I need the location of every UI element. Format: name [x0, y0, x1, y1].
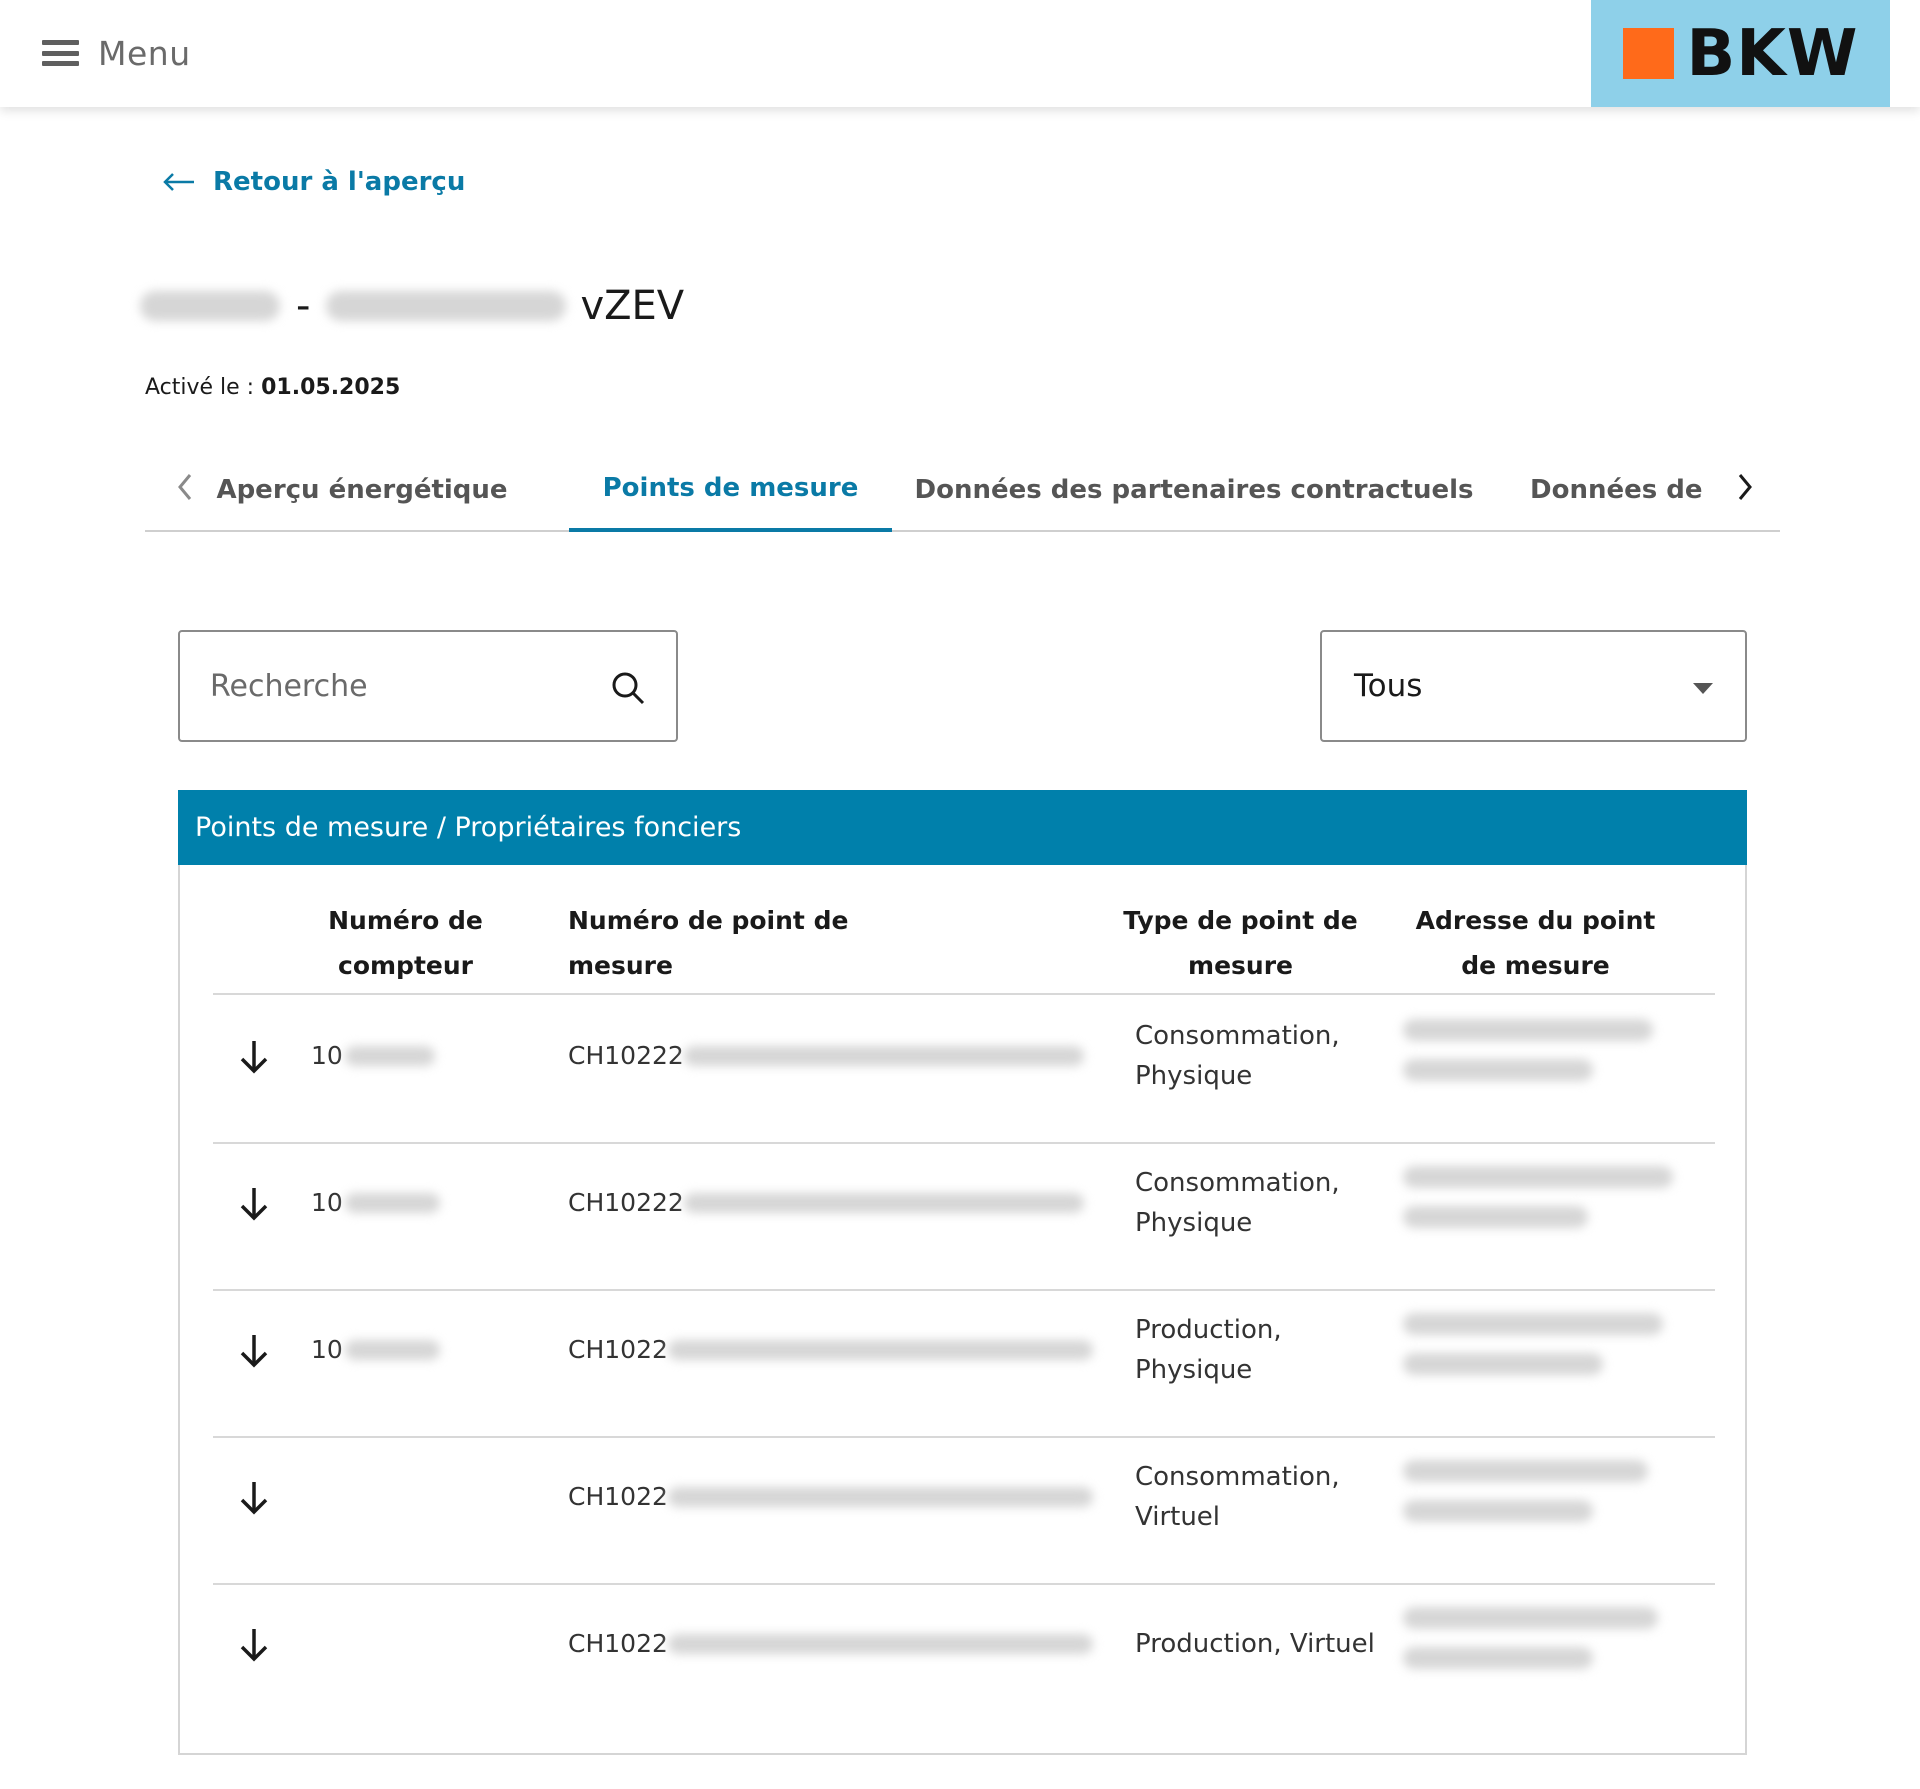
- redacted-value: [344, 1339, 440, 1360]
- redacted-value: [683, 1045, 1084, 1066]
- logo-text: BKW: [1686, 16, 1859, 91]
- menu-label: Menu: [98, 33, 191, 73]
- table-row: 10 CH10222 Consommation, Physique: [213, 1144, 1715, 1291]
- tab-measurement-data[interactable]: Données de m: [1530, 447, 1706, 532]
- point-number: CH1022: [568, 1335, 668, 1364]
- top-header: Menu BKW: [0, 0, 1920, 107]
- redacted-value: [344, 1045, 435, 1066]
- arrow-left-icon: [163, 173, 194, 191]
- caret-down-icon: [1693, 683, 1713, 694]
- tab-measuring-points[interactable]: Points de mesure: [569, 447, 892, 532]
- download-arrow-icon[interactable]: [237, 1331, 271, 1371]
- meter-number: 10: [311, 1335, 343, 1364]
- point-number-cell: CH10222: [568, 1144, 1084, 1261]
- point-type: Production, Virtuel: [1135, 1628, 1375, 1659]
- point-address-redacted: [1403, 1313, 1663, 1393]
- column-header-point-number: Numéro de point de mesure: [568, 905, 849, 980]
- bkw-logo[interactable]: BKW: [1591, 0, 1890, 107]
- search-input[interactable]: [210, 668, 590, 704]
- activation-info: Activé le : 01.05.2025: [145, 375, 400, 400]
- back-link-label: Retour à l'aperçu: [213, 167, 466, 197]
- point-type: Consommation, Physique: [1135, 1020, 1340, 1091]
- redacted-value: [667, 1633, 1093, 1654]
- filter-selected-value: Tous: [1354, 668, 1423, 704]
- download-arrow-icon[interactable]: [237, 1184, 271, 1224]
- download-arrow-icon[interactable]: [237, 1625, 271, 1665]
- meter-number: 10: [311, 1188, 343, 1217]
- point-address-redacted: [1403, 1460, 1648, 1540]
- point-number-cell: CH1022: [568, 1438, 1093, 1555]
- table-row: CH1022 Production, Virtuel: [213, 1585, 1715, 1732]
- redacted-value: [683, 1192, 1084, 1213]
- point-number: CH1022: [568, 1629, 668, 1658]
- point-number-cell: CH1022: [568, 1291, 1093, 1408]
- point-address-redacted: [1403, 1607, 1658, 1687]
- column-header-point-address: Adresse du point de mesure: [1415, 905, 1656, 980]
- tab-scroll-left-button[interactable]: [165, 467, 205, 507]
- redacted-name: [140, 291, 280, 321]
- point-number: CH1022: [568, 1482, 668, 1511]
- menu-button[interactable]: Menu: [42, 30, 191, 76]
- tab-scroll-right-button[interactable]: [1725, 467, 1765, 507]
- redacted-value: [344, 1192, 440, 1213]
- meter-number-cell: 10: [311, 997, 435, 1114]
- point-type: Production, Physique: [1135, 1314, 1282, 1385]
- table-row: 10 CH1022 Production, Physique: [213, 1291, 1715, 1438]
- hamburger-icon: [42, 40, 79, 66]
- search-field: [178, 630, 678, 742]
- chevron-left-icon: [178, 474, 192, 500]
- column-header-meter-number: Numéro de compteur: [328, 905, 483, 980]
- tab-bar: Aperçu énergétique Points de mesure Donn…: [145, 447, 1780, 532]
- meter-number-cell: 10: [311, 1144, 440, 1261]
- chevron-right-icon: [1738, 474, 1752, 500]
- table-title: Points de mesure / Propriétaires foncier…: [178, 790, 1747, 865]
- point-number-cell: CH1022: [568, 1585, 1093, 1702]
- meter-number: 10: [311, 1041, 343, 1070]
- activation-date: 01.05.2025: [261, 375, 401, 400]
- meter-number-cell: 10: [311, 1291, 440, 1408]
- activation-label: Activé le :: [145, 375, 255, 400]
- point-number-cell: CH10222: [568, 997, 1084, 1114]
- search-icon[interactable]: [610, 670, 646, 706]
- download-arrow-icon[interactable]: [237, 1478, 271, 1518]
- point-number: CH10222: [568, 1041, 684, 1070]
- table-header-row: Numéro de compteur Numéro de point de me…: [213, 890, 1715, 995]
- point-address-redacted: [1403, 1019, 1653, 1099]
- tab-energy-overview[interactable]: Aperçu énergétique: [216, 447, 507, 532]
- column-header-point-type: Type de point de mesure: [1123, 905, 1358, 980]
- table-row: 10 CH10222 Consommation, Physique: [213, 997, 1715, 1144]
- redacted-value: [667, 1486, 1093, 1507]
- type-filter-select[interactable]: Tous: [1320, 630, 1747, 742]
- page-title: - vZEV: [140, 276, 684, 336]
- tab-contract-partners[interactable]: Données des partenaires contractuels: [915, 447, 1474, 532]
- point-type: Consommation, Physique: [1135, 1167, 1340, 1238]
- point-address-redacted: [1403, 1166, 1673, 1246]
- point-number: CH10222: [568, 1188, 684, 1217]
- redacted-name: [326, 291, 567, 321]
- title-separator: -: [296, 283, 311, 329]
- measuring-points-table: Points de mesure / Propriétaires foncier…: [178, 790, 1747, 1755]
- redacted-value: [667, 1339, 1093, 1360]
- title-suffix: vZEV: [580, 283, 685, 329]
- download-arrow-icon[interactable]: [237, 1037, 271, 1077]
- table-row: CH1022 Consommation, Virtuel: [213, 1438, 1715, 1585]
- back-to-overview-link[interactable]: Retour à l'aperçu: [163, 167, 465, 197]
- point-type: Consommation, Virtuel: [1135, 1461, 1340, 1532]
- logo-square-icon: [1622, 28, 1674, 79]
